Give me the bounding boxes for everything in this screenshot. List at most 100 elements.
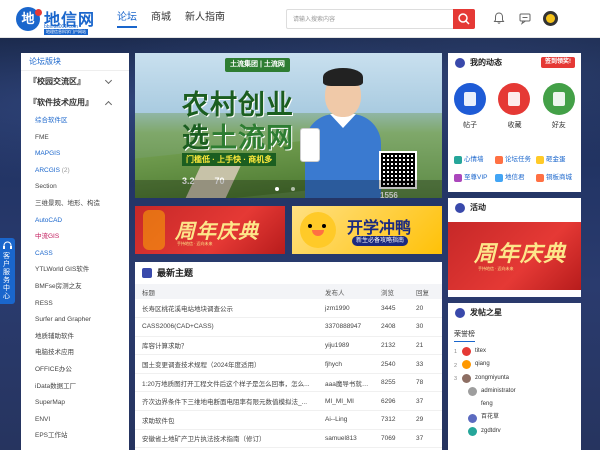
list-item[interactable]: 3 zongmiyunta: [454, 372, 578, 385]
username[interactable]: titex: [475, 348, 486, 354]
checkin-button[interactable]: 签到领奖!: [541, 57, 575, 68]
topic-title[interactable]: 安徽省土地矿产卫片执法技术指南（修订）: [135, 429, 318, 449]
username[interactable]: 百花草: [481, 414, 499, 420]
username[interactable]: administrator: [481, 388, 516, 394]
shortcut-label: 好友: [551, 122, 566, 129]
avatar[interactable]: [468, 426, 477, 436]
avatar[interactable]: [462, 360, 471, 370]
promo-back-to-school[interactable]: 开学冲鸭 新生必备攻略指南: [292, 206, 442, 254]
search-button[interactable]: [453, 9, 475, 29]
avatar[interactable]: [468, 387, 477, 397]
user-avatar[interactable]: [543, 11, 558, 26]
sidebar-item[interactable]: Section: [21, 179, 129, 196]
favorites-shortcut[interactable]: 收藏: [497, 83, 531, 130]
stars-icon: [455, 308, 465, 318]
topic-views: 6296: [374, 391, 409, 412]
honor-tab[interactable]: 荣誉榜: [454, 329, 475, 342]
sidebar-item[interactable]: SuperMap: [21, 395, 129, 412]
sidebar-item[interactable]: 中流GIS: [21, 229, 129, 246]
sidebar-item[interactable]: BMFse房测之友: [21, 279, 129, 296]
topic-author[interactable]: jzm1990: [318, 299, 374, 319]
sidebar-item[interactable]: EPS工作站: [21, 428, 129, 445]
sidebar-item[interactable]: ARCGIS (2): [21, 163, 129, 180]
sidebar-item[interactable]: ENVI: [21, 412, 129, 429]
topic-title[interactable]: 求助软件包: [135, 410, 318, 430]
mood-wall-link[interactable]: 心情墙: [454, 151, 495, 169]
topic-author[interactable]: 3370888947: [318, 317, 374, 337]
list-item[interactable]: 1 titex: [454, 345, 578, 358]
nav-guide[interactable]: 新人指南: [185, 10, 225, 28]
sidebar-item[interactable]: AutoCAD: [21, 213, 129, 230]
topic-replies: 30: [409, 317, 442, 337]
sidebar-item[interactable]: RESS: [21, 296, 129, 313]
username[interactable]: zongmiyunta: [475, 375, 509, 381]
table-row[interactable]: 长寿区桃花溪电站地块调查公示 jzm1990 3445 20: [135, 299, 442, 319]
sidebar-item[interactable]: FME: [21, 130, 129, 147]
sidebar-item[interactable]: MAPGIS: [21, 146, 129, 163]
topic-title[interactable]: 国土变更调查技术规程（2024年度适用）: [135, 354, 318, 374]
sidebar-item[interactable]: iData数据工厂: [21, 379, 129, 396]
list-item[interactable]: feng: [454, 398, 578, 411]
avatar[interactable]: [462, 373, 471, 383]
username[interactable]: qiang: [475, 361, 490, 367]
list-item[interactable]: 百花草: [454, 411, 578, 424]
sidebar-item[interactable]: 三维景观、地形、构造: [21, 196, 129, 213]
dixinjun-link[interactable]: 地信君: [495, 169, 536, 187]
table-row[interactable]: 齐次边界条件下三维地电断面电阻率有限元数值模拟法_... MI_MI_MI 6296…: [135, 391, 442, 412]
avatar[interactable]: [468, 413, 477, 423]
topic-author[interactable]: Ai--Ling: [318, 410, 374, 430]
copper-mall-link[interactable]: 铜板商城: [536, 169, 577, 187]
sidebar-item[interactable]: CASS: [21, 246, 129, 263]
list-item[interactable]: zgdtdrv: [454, 425, 578, 438]
topics-table: 标题 发布人 浏览 回复 长寿区桃花溪电站地块调查公示 jzm1990 3445 20…: [135, 284, 442, 449]
nav-mall[interactable]: 商城: [151, 10, 171, 28]
activity-banner[interactable]: 周年庆典 手持地信 · 迈向未来: [448, 222, 581, 290]
topic-title[interactable]: 1:20万地质图打开工程文件后这个样子是怎么回事，怎么...: [135, 373, 318, 393]
sidebar-item[interactable]: 地质辅助软件: [21, 329, 129, 346]
bell-icon[interactable]: [492, 11, 506, 25]
sidebar-item[interactable]: YTLWorld GIS软件: [21, 262, 129, 279]
username[interactable]: zgdtdrv: [481, 428, 501, 434]
table-row[interactable]: 国土变更调查技术规程（2024年度适用） fjhych 2540 33: [135, 354, 442, 374]
category-campus[interactable]: 『校园交流区』: [21, 71, 129, 92]
table-row[interactable]: CASS2006(CAD+CASS) 3370888947 2408 30: [135, 317, 442, 337]
avatar[interactable]: [468, 400, 477, 409]
topic-title[interactable]: CASS2006(CAD+CASS): [135, 317, 318, 337]
carousel-dot[interactable]: [291, 187, 295, 191]
list-item[interactable]: 2 qiang: [454, 358, 578, 371]
latest-topics-panel: 最新主题 标题 发布人 浏览 回复 长寿区桃花溪电站地块调查公示 jzm1990 3…: [135, 262, 442, 450]
friends-shortcut[interactable]: 好友: [542, 83, 576, 130]
posts-shortcut[interactable]: 帖子: [453, 83, 487, 130]
topic-title[interactable]: 齐次边界条件下三维地电断面电阻率有限元数值模拟法_...: [135, 391, 318, 412]
table-row[interactable]: 库容计算求助？ yiju1989 2132 21: [135, 336, 442, 356]
customer-service-tab[interactable]: 客户服务中心: [0, 238, 15, 304]
topic-author[interactable]: samuel813: [318, 429, 374, 449]
topic-title[interactable]: 库容计算求助？: [135, 336, 318, 356]
sidebar-item[interactable]: 电脑技术应用: [21, 345, 129, 362]
sidebar-item[interactable]: 综合软件区: [21, 113, 129, 130]
nav-forum[interactable]: 论坛: [117, 10, 137, 28]
message-icon[interactable]: [518, 11, 532, 25]
promo-anniversary[interactable]: 周年庆典 手持地信 · 迈向未来: [135, 206, 285, 254]
forum-tasks-link[interactable]: 论坛任务: [495, 151, 536, 169]
username[interactable]: feng: [481, 401, 493, 407]
topic-author[interactable]: fjhych: [318, 354, 374, 374]
list-item[interactable]: administrator: [454, 385, 578, 398]
banner-carousel[interactable]: 土流集团 | 土流网 农村创业 选土流网 门槛低 · 上手快 · 商机多 3.2…: [135, 53, 442, 198]
topic-author[interactable]: aaa魔导书就发商: [318, 373, 374, 393]
search-input[interactable]: [293, 13, 448, 26]
category-software[interactable]: 『软件技术应用』: [21, 92, 129, 113]
avatar[interactable]: [462, 347, 471, 357]
topic-author[interactable]: MI_MI_MI: [318, 391, 374, 412]
site-logo[interactable]: 地 地信网 bbs.3s001.com 地理信息科学门户网站: [16, 6, 102, 35]
table-row[interactable]: 1:20万地质图打开工程文件后这个样子是怎么回事，怎么... aaa魔导书就发商 8…: [135, 373, 442, 393]
sidebar-item[interactable]: Surfer and Grapher: [21, 312, 129, 329]
carousel-dot[interactable]: [275, 187, 279, 191]
topic-title[interactable]: 长寿区桃花溪电站地块调查公示: [135, 299, 318, 319]
topic-author[interactable]: yiju1989: [318, 336, 374, 356]
table-row[interactable]: 安徽省土地矿产卫片执法技术指南（修订） samuel813 7069 37: [135, 429, 442, 449]
sidebar-item[interactable]: OFFICE办公: [21, 362, 129, 379]
table-row[interactable]: 求助软件包 Ai--Ling 7312 29: [135, 410, 442, 430]
golden-egg-link[interactable]: 砸金蛋: [536, 151, 577, 169]
vip-link[interactable]: 至尊VIP: [454, 169, 495, 187]
